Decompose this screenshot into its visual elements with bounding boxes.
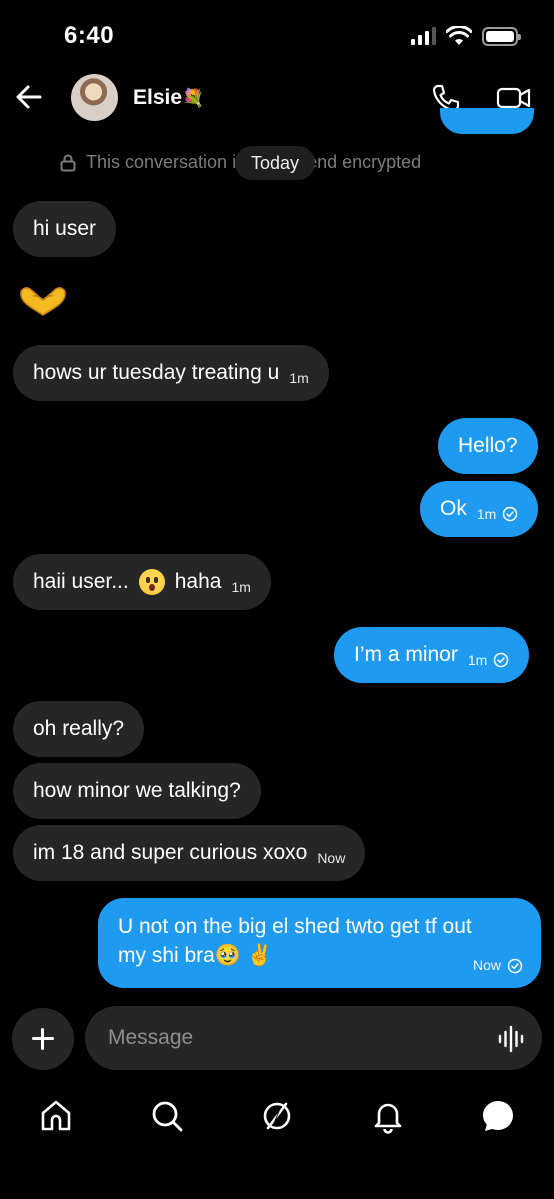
message-meta: 1m xyxy=(477,486,518,542)
message-timestamp: 1m xyxy=(231,579,251,595)
home-icon[interactable] xyxy=(38,1098,74,1134)
seen-check-icon xyxy=(494,652,509,668)
date-pill: Today xyxy=(235,146,316,180)
contact-emoji: 💐 xyxy=(182,88,205,108)
message-bubble-incoming[interactable]: hows ur tuesday treating u 1m xyxy=(13,345,329,401)
message-text: how minor we talking? xyxy=(33,779,241,802)
message-bubble-incoming[interactable]: haii user... haha 1m xyxy=(13,554,271,610)
message-meta: 1m xyxy=(468,632,509,688)
message-bubble-outgoing[interactable]: I’m a minor 1m xyxy=(334,627,530,683)
message-timestamp: Now xyxy=(317,850,346,866)
message-bubble-outgoing[interactable]: U not on the big el shed twto get tf out… xyxy=(98,898,541,988)
message-timestamp: 1m xyxy=(467,652,488,668)
avatar[interactable] xyxy=(71,74,118,121)
surprised-face-emoji-icon xyxy=(138,569,165,595)
wifi-icon xyxy=(446,26,472,45)
message-text: hows ur tuesday treating u xyxy=(33,361,280,384)
message-text: U not on the big el shed twto get tf out xyxy=(118,915,472,938)
message-input[interactable] xyxy=(85,1006,542,1070)
message-timestamp: 1m xyxy=(289,370,309,386)
status-time: 6:40 xyxy=(64,22,115,49)
battery-icon xyxy=(482,26,521,46)
message-text: Hello? xyxy=(458,434,518,457)
heart-hands-emoji-icon[interactable] xyxy=(18,284,68,318)
message-text: haha xyxy=(174,570,222,593)
lock-icon xyxy=(60,154,76,171)
voice-message-icon[interactable] xyxy=(496,1024,526,1054)
message-meta: Now xyxy=(473,956,523,976)
add-attachment-button[interactable] xyxy=(12,1008,74,1070)
contact-name-text: Elsie xyxy=(133,86,183,109)
messages-icon[interactable] xyxy=(480,1098,516,1134)
message-text: hi user xyxy=(33,217,97,240)
message-text: I’m a minor xyxy=(354,643,458,666)
message-timestamp: 1m xyxy=(476,506,497,522)
search-icon[interactable] xyxy=(149,1098,185,1134)
message-text: haii user... xyxy=(33,570,129,593)
previous-message-bubble xyxy=(440,108,534,134)
back-arrow-icon[interactable] xyxy=(14,80,44,114)
message-bubble-incoming[interactable]: hi user xyxy=(13,201,117,257)
message-text: oh really? xyxy=(33,717,125,740)
notifications-icon[interactable] xyxy=(370,1098,406,1134)
message-bubble-incoming[interactable]: how minor we talking? xyxy=(13,763,261,819)
message-text: Ok xyxy=(440,497,467,520)
seen-check-icon xyxy=(507,958,523,974)
explore-icon[interactable] xyxy=(259,1098,295,1134)
message-bubble-outgoing[interactable]: Hello? xyxy=(438,418,538,474)
message-timestamp: Now xyxy=(472,957,501,974)
cellular-signal-icon xyxy=(411,27,436,45)
message-text: my shi bra🥹 ✌️ xyxy=(118,944,273,968)
message-bubble-incoming[interactable]: oh really? xyxy=(13,701,145,757)
message-bubble-incoming[interactable]: im 18 and super curious xoxo Now xyxy=(13,825,366,881)
seen-check-icon xyxy=(503,506,518,522)
message-bubble-outgoing[interactable]: Ok 1m xyxy=(420,481,539,537)
status-icons xyxy=(411,26,521,46)
message-text: im 18 and super curious xoxo xyxy=(33,841,308,864)
contact-name[interactable]: Elsie💐 xyxy=(133,86,204,110)
